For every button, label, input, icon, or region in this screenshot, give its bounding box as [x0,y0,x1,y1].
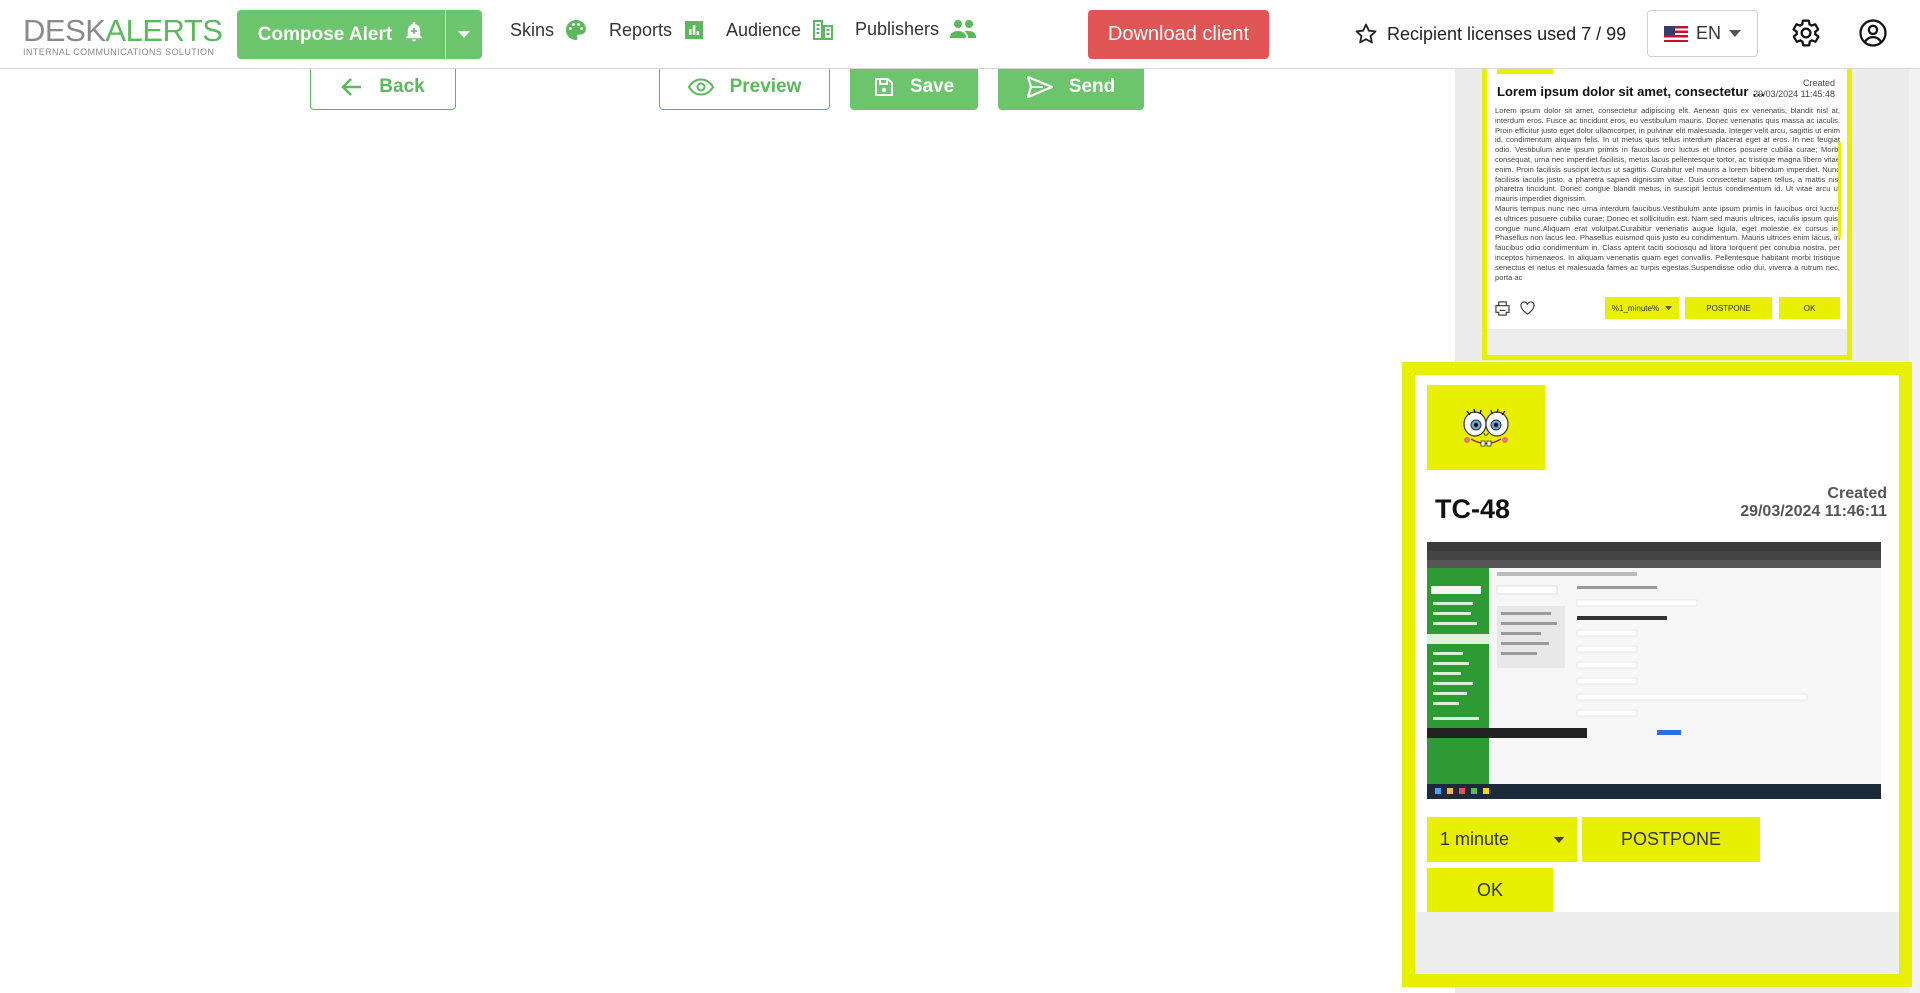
alert-title: TC-48 [1435,494,1511,524]
send-button[interactable]: Send [998,63,1144,110]
preview-button[interactable]: Preview [659,63,830,110]
compose-alert-dropdown-button[interactable] [445,10,482,59]
cartoon-face-logo [1463,408,1509,446]
nav-item-skins[interactable]: Skins [510,18,588,42]
palette-icon [566,20,586,40]
alert-bottom-bar [1415,912,1899,974]
save-button[interactable]: Save [850,63,978,110]
alert-title: Lorem ipsum dolor sit amet, consectetur … [1497,84,1767,99]
alert-logo-image [1427,385,1545,470]
top-navigation-bar: DESKALERTS INTERNAL COMMUNICATIONS SOLUT… [0,0,1920,69]
caret-down-icon [1553,837,1565,844]
save-label: Save [909,75,955,97]
alert-preview-small: Created 29/03/2024 11:45:48 Lorem ipsum … [1482,68,1852,360]
back-button[interactable]: Back [310,63,456,110]
postpone-interval-select[interactable]: %1_minute% [1605,297,1679,319]
bar-chart-icon [685,21,704,39]
gear-icon [1792,19,1820,47]
caret-down-icon [1665,305,1673,310]
postpone-button[interactable]: POSTPONE [1685,297,1772,319]
nav-item-audience[interactable]: Audience [726,18,835,42]
alert-footer: %1_minute% POSTPONE OK [1495,297,1840,321]
language-selector[interactable]: EN [1647,10,1758,57]
nav-label-audience: Audience [726,19,802,40]
alert-preview-large: TC-48 Created 29/03/2024 11:46:11 1 minu… [1402,362,1912,987]
download-client-button[interactable]: Download client [1088,10,1269,59]
nav-item-publishers[interactable]: Publishers [855,18,977,40]
recipient-licenses-label: Recipient licenses used 7 / 99 [1387,23,1627,44]
postpone-button[interactable]: POSTPONE [1582,817,1760,862]
send-icon [1026,75,1053,98]
back-label: Back [379,75,425,97]
audience-icon [813,20,834,40]
caret-down-icon [458,30,470,38]
alert-embedded-screenshot [1427,542,1881,799]
bell-plus-icon [404,21,424,49]
print-icon[interactable] [1495,301,1510,316]
ok-button[interactable]: OK [1427,868,1553,913]
caret-down-icon [1729,29,1741,37]
nav-label-skins: Skins [510,19,555,40]
settings-button[interactable] [1791,18,1821,53]
postpone-interval-select[interactable]: 1 minute [1427,817,1577,862]
preview-label: Preview [729,75,802,97]
alert-body-scrollbar[interactable] [1838,142,1841,238]
heart-outline-icon[interactable] [1520,301,1535,315]
logo-tagline: INTERNAL COMMUNICATIONS SOLUTION [23,47,215,57]
eye-icon [687,77,714,96]
alert-body: Lorem ipsum dolor sit amet, consectetur … [1495,106,1840,282]
deskalerts-logo[interactable]: DESKALERTS INTERNAL COMMUNICATIONS SOLUT… [23,15,223,57]
ok-button[interactable]: OK [1779,297,1840,319]
alert-created-info: Created 29/03/2024 11:46:11 [1740,485,1887,520]
nav-label-publishers: Publishers [855,18,940,39]
alert-bottom-bar [1487,329,1847,355]
send-label: Send [1068,75,1116,97]
nav-item-reports[interactable]: Reports [609,18,706,42]
us-flag-icon [1663,25,1688,42]
user-circle-icon [1859,19,1887,47]
star-outline-icon [1355,23,1377,44]
compose-alert-label: Compose Alert [257,23,393,45]
compose-alert-button[interactable]: Compose Alert [237,10,445,59]
arrow-left-icon [341,77,362,96]
nav-label-reports: Reports [609,19,673,40]
screenshot-image [1427,542,1881,799]
floppy-disk-icon [874,77,893,96]
language-value: EN [1695,23,1721,43]
user-account-button[interactable] [1858,18,1888,53]
recipient-licenses: Recipient licenses used 7 / 99 [1354,22,1626,46]
compose-alert-button-group: Compose Alert [237,10,482,59]
people-icon [950,20,977,38]
